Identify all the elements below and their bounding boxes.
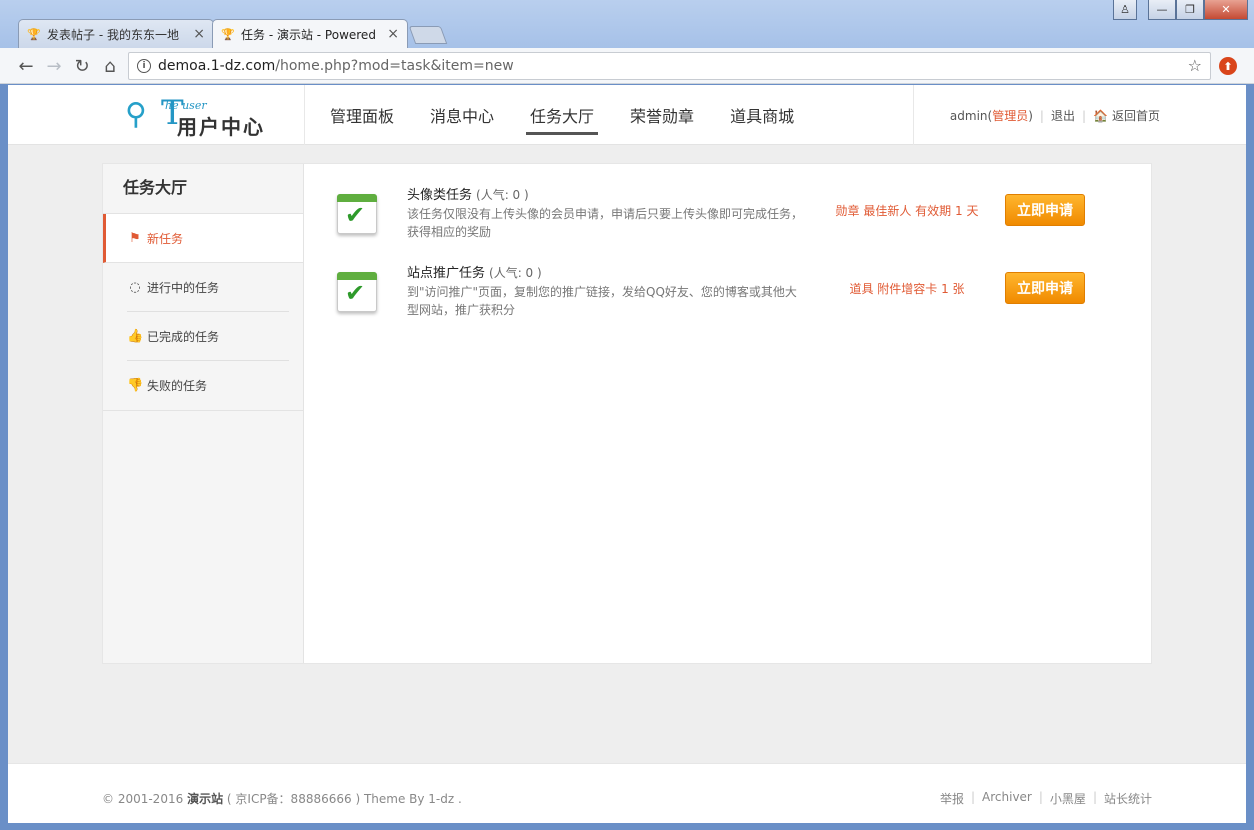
divider xyxy=(103,410,303,411)
address-bar[interactable]: i demoa.1-dz.com/home.php?mod=task&item=… xyxy=(128,52,1211,80)
divider: | xyxy=(1081,108,1087,123)
close-tab-icon[interactable]: × xyxy=(193,26,205,42)
browser-toolbar: ← → ↻ ⌂ i demoa.1-dz.com/home.php?mod=ta… xyxy=(0,48,1254,84)
sidebar-item-completed[interactable]: 👍 已完成的任务 xyxy=(103,312,303,361)
role-link[interactable]: 管理员 xyxy=(992,107,1028,124)
calendar-check-icon: ✔ xyxy=(333,190,381,240)
back-arrow-icon[interactable]: ← xyxy=(14,54,38,78)
browser-titlebar: ♙ — ❐ ✕ 🏆 发表帖子 - 我的东东一地 × 🏆 任务 - 演示站 - P… xyxy=(0,0,1254,48)
thumbs-up-icon: 👍 xyxy=(127,329,144,344)
thumbs-down-icon: 👎 xyxy=(127,378,144,393)
task-description: 到"访问推广"页面，复制您的推广链接，发给QQ好友、您的博客或其他大型网站，推广… xyxy=(407,285,797,317)
browser-tab[interactable]: 🏆 发表帖子 - 我的东东一地 × xyxy=(18,19,214,48)
trophy-icon: 🏆 xyxy=(221,27,235,41)
nav-tasks[interactable]: 任务大厅 xyxy=(526,103,599,135)
task-row: ✔ 头像类任务 (人气: 0 ) 该任务仅限没有上传头像的会员申请，申请后只要上传… xyxy=(333,184,1113,262)
user-bar: admin ( 管理员 ) | 退出 | 🏠 返回首页 xyxy=(950,107,1160,124)
reload-icon[interactable]: ↻ xyxy=(70,54,94,78)
calendar-check-icon: ✔ xyxy=(333,268,381,318)
new-tab-button[interactable] xyxy=(408,26,448,44)
task-info: 头像类任务 (人气: 0 ) 该任务仅限没有上传头像的会员申请，申请后只要上传头像… xyxy=(407,184,807,241)
divider: | xyxy=(970,790,976,804)
task-reward[interactable]: 道具 附件增容卡 1 张 xyxy=(807,280,1007,297)
task-row: ✔ 站点推广任务 (人气: 0 ) 到"访问推广"页面，复制您的推广链接，发给QQ… xyxy=(333,262,1113,340)
maximize-button[interactable]: ❐ xyxy=(1176,0,1204,20)
stats-link[interactable]: 站长统计 xyxy=(1104,790,1152,807)
home-icon: 🏠 xyxy=(1093,108,1108,123)
blacklist-link[interactable]: 小黑屋 xyxy=(1050,790,1086,807)
trophy-icon: 🏆 xyxy=(27,27,41,41)
task-popularity: (人气: 0 ) xyxy=(476,188,529,202)
user-profile-icon[interactable]: ♙ xyxy=(1113,0,1137,20)
role-close: ) xyxy=(1028,108,1033,123)
archiver-link[interactable]: Archiver xyxy=(982,790,1032,807)
task-name[interactable]: 站点推广任务 xyxy=(407,266,485,281)
close-tab-icon[interactable]: × xyxy=(387,26,399,42)
url-host: demoa.1-dz.com xyxy=(158,58,276,74)
task-info: 站点推广任务 (人气: 0 ) 到"访问推广"页面，复制您的推广链接，发给QQ好友… xyxy=(407,262,807,319)
report-link[interactable]: 举报 xyxy=(940,790,964,807)
sidebar: 任务大厅 ⚑ 新任务 ◌ 进行中的任务 👍 已完成的任务 👎 失败的任务 xyxy=(103,164,304,663)
site-footer: © 2001-2016 演示站 ( 京ICP备：88886666 ) Theme… xyxy=(8,763,1246,823)
divider: | xyxy=(1092,790,1097,804)
apply-button[interactable]: 立即申请 xyxy=(1005,194,1085,226)
logo[interactable]: ⚲ T he user 用户中心 xyxy=(125,93,295,139)
url-path: /home.php?mod=task&item=new xyxy=(275,58,514,74)
apply-button[interactable]: 立即申请 xyxy=(1005,272,1085,304)
flag-icon: ⚑ xyxy=(129,230,141,246)
page-viewport: ⚲ T he user 用户中心 管理面板 消息中心 任务大厅 荣誉勋章 道具商… xyxy=(8,85,1246,823)
sidebar-title: 任务大厅 xyxy=(103,164,303,214)
task-description: 该任务仅限没有上传头像的会员申请，申请后只要上传头像即可完成任务，获得相应的奖励 xyxy=(407,207,804,239)
back-home-link[interactable]: 返回首页 xyxy=(1112,107,1160,124)
bookmark-star-icon[interactable]: ☆ xyxy=(1188,56,1202,75)
logo-title: 用户中心 xyxy=(177,115,265,139)
nav-dashboard[interactable]: 管理面板 xyxy=(330,103,394,129)
logo-tree-icon: ⚲ xyxy=(125,97,147,132)
forward-arrow-icon[interactable]: → xyxy=(42,54,66,78)
nav-shop[interactable]: 道具商城 xyxy=(730,103,794,129)
copyright-years: © 2001-2016 xyxy=(102,792,184,806)
browser-tab-active[interactable]: 🏆 任务 - 演示站 - Powered × xyxy=(212,19,408,48)
sidebar-item-label: 新任务 xyxy=(147,231,184,246)
sidebar-item-label: 已完成的任务 xyxy=(147,330,220,344)
sidebar-item-failed[interactable]: 👎 失败的任务 xyxy=(103,361,303,410)
divider: | xyxy=(1038,790,1043,804)
task-popularity: (人气: 0 ) xyxy=(489,266,542,280)
extension-icon[interactable]: ⬆ xyxy=(1219,57,1237,75)
nav-medals[interactable]: 荣誉勋章 xyxy=(630,103,694,129)
divider xyxy=(913,85,914,145)
sidebar-item-label: 失败的任务 xyxy=(147,379,208,393)
task-list: ✔ 头像类任务 (人气: 0 ) 该任务仅限没有上传头像的会员申请，申请后只要上传… xyxy=(333,184,1113,340)
divider: | xyxy=(1039,108,1044,123)
sidebar-item-in-progress[interactable]: ◌ 进行中的任务 xyxy=(103,263,303,312)
nav-messages[interactable]: 消息中心 xyxy=(430,103,494,129)
copyright: © 2001-2016 演示站 ( 京ICP备：88886666 ) Theme… xyxy=(102,790,462,807)
site-header: ⚲ T he user 用户中心 管理面板 消息中心 任务大厅 荣誉勋章 道具商… xyxy=(8,85,1246,145)
icp-info[interactable]: ( 京ICP备：88886666 ) Theme By 1-dz . xyxy=(227,792,462,806)
task-reward[interactable]: 勋章 最佳新人 有效期 1 天 xyxy=(807,202,1007,219)
main-nav: 管理面板 消息中心 任务大厅 荣誉勋章 道具商城 xyxy=(330,103,830,135)
sidebar-item-label: 进行中的任务 xyxy=(147,281,220,295)
sidebar-item-new-tasks[interactable]: ⚑ 新任务 xyxy=(103,214,303,263)
task-name[interactable]: 头像类任务 xyxy=(407,188,472,203)
tab-title: 任务 - 演示站 - Powered xyxy=(241,27,376,42)
divider xyxy=(304,85,305,145)
info-icon[interactable]: i xyxy=(137,59,151,73)
logout-link[interactable]: 退出 xyxy=(1051,107,1075,124)
site-name-link[interactable]: 演示站 xyxy=(187,792,223,806)
spinner-icon: ◌ xyxy=(129,280,141,295)
close-window-button[interactable]: ✕ xyxy=(1204,0,1248,20)
content-panel: 任务大厅 ⚑ 新任务 ◌ 进行中的任务 👍 已完成的任务 👎 失败的任务 ✔ 头… xyxy=(102,163,1152,664)
username-link[interactable]: admin xyxy=(950,109,988,123)
home-icon[interactable]: ⌂ xyxy=(98,54,122,78)
tab-title: 发表帖子 - 我的东东一地 xyxy=(47,27,179,42)
footer-links: 举报 | Archiver | 小黑屋 | 站长统计 xyxy=(940,790,1152,807)
minimize-button[interactable]: — xyxy=(1148,0,1176,20)
